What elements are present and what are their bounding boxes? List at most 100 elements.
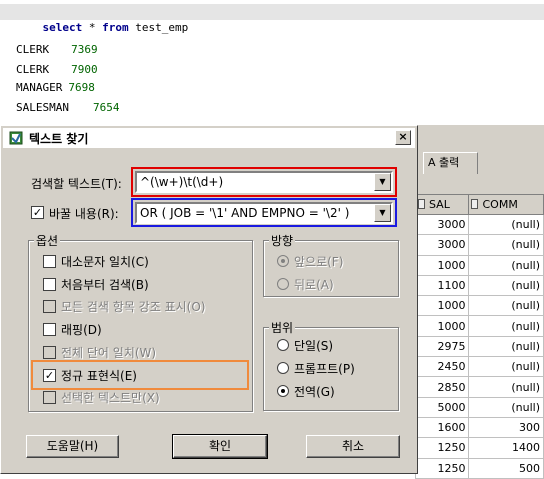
- scope-global-label: 전역(G): [294, 385, 335, 399]
- cell-comm[interactable]: (null): [468, 254, 544, 276]
- results-panel: A 출력 SAL COMM 3000 (null) 3000 (null) 1000 (n…: [414, 125, 544, 479]
- scope-global-radio[interactable]: [277, 385, 289, 397]
- wrap-label: 래핑(D): [61, 323, 102, 337]
- cell-sal[interactable]: 1250: [414, 437, 470, 459]
- cell-sal[interactable]: 5000: [414, 396, 470, 418]
- close-button[interactable]: ×: [395, 130, 411, 145]
- direction-group-title: 방향: [269, 232, 296, 249]
- replace-checkbox[interactable]: ✓: [31, 206, 44, 219]
- column-header-label: SAL: [429, 198, 450, 211]
- cancel-button[interactable]: 취소: [306, 435, 400, 458]
- find-text-dialog: 텍스트 찾기 × 검색할 텍스트(T): ^(\w+)\t(\d+) ▼ ✓ 바…: [0, 125, 418, 474]
- sql-keyword-from: from: [102, 21, 129, 34]
- table-row[interactable]: 3000 (null): [414, 234, 544, 256]
- replace-highlight-box: [131, 198, 397, 227]
- row-empno: 7369: [71, 43, 98, 56]
- sql-star: *: [82, 21, 103, 34]
- cell-comm[interactable]: (null): [468, 396, 544, 418]
- cell-comm[interactable]: 500: [468, 457, 544, 479]
- row-empno: 7900: [71, 63, 98, 76]
- search-from-start-label: 처음부터 검색(B): [61, 278, 149, 292]
- sql-statement-line: select * from test_emp: [0, 4, 544, 34]
- dialog-title: 텍스트 찾기: [29, 131, 89, 146]
- cell-sal[interactable]: 2850: [414, 376, 470, 398]
- scope-prompt-label: 프롬프트(P): [294, 362, 355, 376]
- column-header-sal[interactable]: SAL: [414, 194, 470, 215]
- match-case-label: 대소문자 일치(C): [61, 255, 149, 269]
- direction-backward-radio: [277, 278, 289, 290]
- row-job: MANAGER: [16, 81, 63, 94]
- cell-comm[interactable]: (null): [468, 213, 544, 236]
- cell-sal[interactable]: 1000: [414, 295, 470, 317]
- table-row[interactable]: 2850 (null): [414, 376, 544, 398]
- cell-sal[interactable]: 3000: [414, 213, 470, 236]
- direction-forward-label: 앞으로(F): [294, 255, 344, 269]
- column-header-label: COMM: [482, 198, 518, 211]
- results-grid[interactable]: SAL COMM 3000 (null) 3000 (null) 1000 (null) 1…: [414, 194, 544, 479]
- result-output-tab[interactable]: A 출력: [423, 152, 478, 174]
- wrap-checkbox[interactable]: [43, 323, 56, 336]
- row-job: CLERK: [16, 43, 50, 56]
- scope-single-radio[interactable]: [277, 339, 289, 351]
- cell-comm[interactable]: (null): [468, 274, 544, 297]
- table-row[interactable]: 2975 (null): [414, 335, 544, 358]
- cell-sal[interactable]: 2975: [414, 335, 470, 358]
- table-row[interactable]: 1100 (null): [414, 274, 544, 297]
- whole-word-checkbox: [43, 346, 56, 359]
- table-row[interactable]: 1250 500: [414, 457, 544, 479]
- search-text-label: 검색할 텍스트(T):: [31, 177, 122, 191]
- editor-row: CLERK 7369: [16, 42, 98, 58]
- editor-row: MANAGER 7698: [16, 80, 95, 96]
- column-header-comm[interactable]: COMM: [468, 194, 544, 215]
- cell-comm[interactable]: 1400: [468, 437, 544, 459]
- results-grid-body: 3000 (null) 3000 (null) 1000 (null) 1100 (null)…: [414, 213, 544, 479]
- cell-sal[interactable]: 3000: [414, 234, 470, 256]
- table-row[interactable]: 1000 (null): [414, 315, 544, 337]
- table-row[interactable]: 2450 (null): [414, 356, 544, 378]
- cell-sal[interactable]: 1600: [414, 416, 470, 439]
- cell-sal[interactable]: 2450: [414, 356, 470, 378]
- row-job: CLERK: [16, 63, 50, 76]
- options-group-title: 옵션: [34, 232, 61, 249]
- cell-sal[interactable]: 1250: [414, 457, 470, 479]
- cell-comm[interactable]: 300: [468, 416, 544, 439]
- selection-only-label: 선택한 텍스트만(X): [61, 391, 160, 405]
- cell-comm[interactable]: (null): [468, 356, 544, 378]
- editor-row: SALESMAN 7654: [16, 100, 119, 116]
- table-row[interactable]: 1250 1400: [414, 437, 544, 459]
- cell-comm[interactable]: (null): [468, 234, 544, 256]
- replace-text-label: 바꿀 내용(R):: [49, 207, 119, 221]
- cell-sal[interactable]: 1000: [414, 254, 470, 276]
- cell-comm[interactable]: (null): [468, 315, 544, 337]
- highlight-all-label: 모든 검색 항목 강조 표시(O): [61, 300, 206, 314]
- column-header-icon: [471, 199, 479, 209]
- scope-single-label: 단일(S): [294, 339, 334, 353]
- scope-prompt-radio[interactable]: [277, 362, 289, 374]
- sql-keyword-select: select: [42, 21, 83, 34]
- table-row[interactable]: 5000 (null): [414, 396, 544, 418]
- table-row[interactable]: 1000 (null): [414, 254, 544, 276]
- table-row[interactable]: 1000 (null): [414, 295, 544, 317]
- regex-highlight-box: [31, 360, 249, 390]
- whole-word-label: 전체 단어 일치(W): [61, 346, 157, 360]
- ok-button[interactable]: 확인: [172, 434, 268, 459]
- cell-comm[interactable]: (null): [468, 335, 544, 358]
- dialog-titlebar[interactable]: 텍스트 찾기 ×: [3, 128, 415, 148]
- help-button[interactable]: 도움말(H): [26, 435, 119, 458]
- table-row[interactable]: 1600 300: [414, 416, 544, 439]
- cell-sal[interactable]: 1000: [414, 315, 470, 337]
- table-row[interactable]: 3000 (null): [414, 213, 544, 236]
- search-from-start-checkbox[interactable]: [43, 278, 56, 291]
- row-empno: 7654: [92, 101, 120, 114]
- cell-comm[interactable]: (null): [468, 376, 544, 398]
- row-empno: 7698: [68, 81, 95, 94]
- search-highlight-box: [131, 167, 397, 197]
- highlight-all-checkbox: [43, 300, 56, 313]
- direction-backward-label: 뒤로(A): [294, 278, 334, 292]
- cell-comm[interactable]: (null): [468, 295, 544, 317]
- cell-sal[interactable]: 1100: [414, 274, 470, 297]
- match-case-checkbox[interactable]: [43, 255, 56, 268]
- selection-only-checkbox: [43, 391, 56, 404]
- close-icon: ×: [398, 130, 408, 143]
- editor-row: CLERK 7900: [16, 62, 98, 78]
